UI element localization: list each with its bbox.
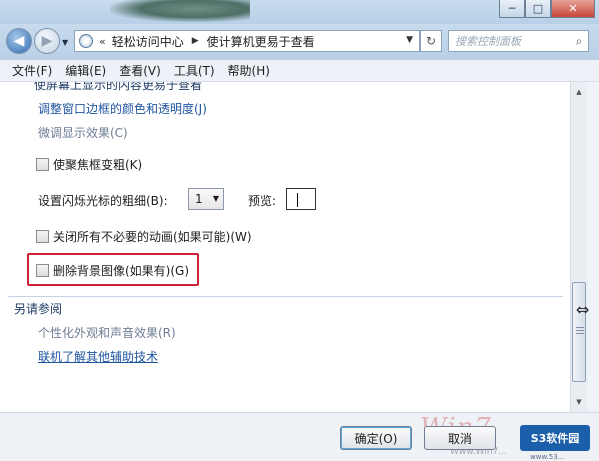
checkbox-remove-background[interactable] — [36, 264, 49, 277]
checkbox-background-label: 删除背景图像(如果有)(G) — [53, 264, 190, 278]
chevron-down-icon: ▼ — [212, 194, 219, 203]
menu-view[interactable]: 查看(V) — [115, 62, 170, 79]
menu-file[interactable]: 文件(F) — [8, 62, 61, 79]
maximize-button[interactable]: □ — [525, 0, 551, 18]
see-also-title: 另请参阅 — [14, 302, 63, 316]
close-button[interactable]: ✕ — [551, 0, 595, 18]
grip-line — [576, 333, 584, 334]
dialog-footer: Win7 Www.Win7... 确定(O) 取消 S3软件园 www.53..… — [0, 412, 599, 461]
checkbox-disable-animations[interactable] — [36, 230, 49, 243]
refresh-button[interactable]: ↻ — [420, 30, 442, 52]
scroll-down-icon[interactable]: ▼ — [571, 394, 587, 410]
control-panel-icon — [79, 34, 93, 48]
link-border-color[interactable]: 调整窗口边框的颜色和透明度(J) — [38, 100, 207, 117]
section-heading: 使屏幕上显示的内容更易于查看 — [34, 82, 203, 92]
recent-pages-dropdown-icon[interactable]: ▼ — [62, 38, 68, 47]
link-fine-tune-display[interactable]: 微调显示效果(C) — [38, 124, 128, 141]
checkbox-focus-label: 使聚焦框变粗(K) — [53, 158, 143, 172]
breadcrumb-ease-of-access[interactable]: 轻松访问中心 — [112, 33, 184, 50]
search-placeholder: 搜索控制面板 — [455, 35, 521, 48]
title-decoration — [110, 0, 250, 22]
menu-bar: 文件(F) 编辑(E) 查看(V) 工具(T) 帮助(H) — [0, 60, 599, 82]
ok-button[interactable]: 确定(O) — [340, 426, 412, 450]
checkbox-focus-thicker[interactable] — [36, 158, 49, 171]
cursor-width-value: 1 — [195, 192, 203, 206]
link-assistive-tech[interactable]: 联机了解其他辅助技术 — [38, 348, 158, 365]
checkbox-row-background[interactable]: 删除背景图像(如果有)(G) — [36, 262, 189, 279]
vertical-scrollbar[interactable]: ▲ ▼ — [570, 82, 587, 412]
breadcrumb-overflow[interactable]: « — [99, 35, 106, 48]
search-icon[interactable]: ⌕ — [570, 34, 588, 49]
navigation-bar: ◀ ▶ ▼ « 轻松访问中心 ▶ 使计算机更易于查看 ▼ ↻ 搜索控制面板 ⌕ — [0, 24, 599, 60]
menu-help[interactable]: 帮助(H) — [224, 62, 279, 79]
site-logo: S3软件园 — [520, 425, 590, 451]
site-logo-url: www.53... — [530, 453, 565, 461]
search-input[interactable]: 搜索控制面板 ⌕ — [448, 30, 589, 52]
cursor-width-select[interactable]: 1 ▼ — [188, 188, 224, 210]
forward-button[interactable]: ▶ — [34, 28, 60, 54]
mouse-cursor-icon: ⇔ — [576, 300, 590, 319]
grip-line — [576, 327, 584, 328]
divider — [8, 296, 563, 297]
cursor-width-label: 设置闪烁光标的粗细(B): — [38, 194, 168, 208]
cursor-caret — [297, 193, 298, 207]
window-controls: ─ □ ✕ — [499, 0, 595, 18]
scroll-up-icon[interactable]: ▲ — [571, 84, 587, 100]
address-bar[interactable]: « 轻松访问中心 ▶ 使计算机更易于查看 ▼ — [74, 30, 420, 52]
address-dropdown-icon[interactable]: ▼ — [406, 35, 413, 45]
scroll-thumb[interactable] — [572, 282, 586, 382]
preview-label: 预览: — [248, 194, 277, 208]
menu-edit[interactable]: 编辑(E) — [61, 62, 115, 79]
grip-line — [576, 330, 584, 331]
checkbox-row-animations[interactable]: 关闭所有不必要的动画(如果可能)(W) — [36, 228, 252, 245]
checkbox-row-focus[interactable]: 使聚焦框变粗(K) — [36, 156, 142, 173]
menu-tools[interactable]: 工具(T) — [170, 62, 224, 79]
cancel-button[interactable]: 取消 — [424, 426, 496, 450]
link-personalize[interactable]: 个性化外观和声音效果(R) — [38, 324, 176, 341]
settings-content: 使屏幕上显示的内容更易于查看 调整窗口边框的颜色和透明度(J) 微调显示效果(C… — [0, 82, 570, 412]
breadcrumb-make-easier-to-see[interactable]: 使计算机更易于查看 — [207, 33, 315, 50]
checkbox-animations-label: 关闭所有不必要的动画(如果可能)(W) — [53, 230, 252, 244]
cursor-preview — [286, 188, 316, 210]
breadcrumb-arrow-icon[interactable]: ▶ — [192, 36, 199, 46]
minimize-button[interactable]: ─ — [499, 0, 525, 18]
back-button[interactable]: ◀ — [6, 28, 32, 54]
